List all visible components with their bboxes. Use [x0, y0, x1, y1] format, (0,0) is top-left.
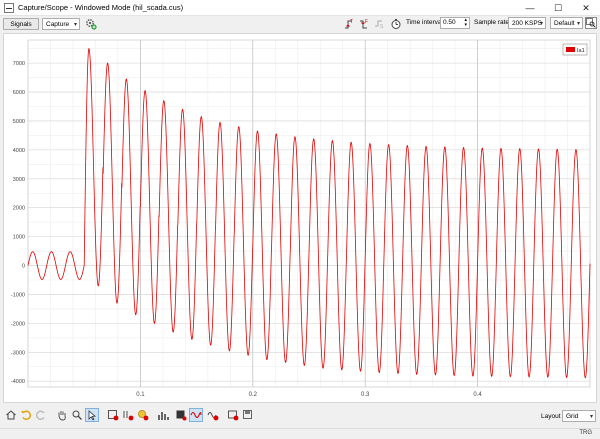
y-tick-label: 6000: [13, 90, 25, 96]
timer-icon[interactable]: [390, 18, 402, 30]
trigger-falling-icon[interactable]: F: [358, 18, 370, 30]
stop-icon[interactable]: [174, 408, 188, 422]
x-tick-label: 0.4: [473, 392, 482, 398]
legend-swatch: [566, 47, 575, 52]
time-interval-label: Time interval: [406, 19, 443, 26]
y-tick-label: 2000: [13, 206, 25, 212]
chevron-down-icon: ▾: [539, 21, 543, 27]
close-icon[interactable]: ✕: [572, 0, 600, 16]
y-tick-label: -3000: [11, 350, 25, 356]
layout-label: Layout: [541, 413, 561, 420]
signals-button[interactable]: Signals: [3, 18, 39, 30]
mode-select[interactable]: Capture ▾: [42, 18, 80, 30]
sample-rate-value: 200 KSPS: [512, 19, 542, 27]
home-icon[interactable]: [4, 408, 18, 422]
zoom-icon[interactable]: [70, 408, 84, 422]
sample-rate-select[interactable]: 200 KSPS ▾: [508, 17, 546, 29]
spin-arrows-icon[interactable]: ▴ ▾: [464, 18, 467, 28]
undo-icon[interactable]: [19, 408, 33, 422]
y-tick-label: 0: [22, 264, 25, 270]
y-tick-label: 7000: [13, 61, 25, 67]
window-title: Capture/Scope - Windowed Mode (hil_scada…: [18, 3, 184, 12]
chevron-down-icon: ▾: [576, 21, 580, 27]
x-tick-label: 0.2: [249, 392, 258, 398]
chevron-down-icon: ▾: [73, 22, 77, 28]
y-tick-label: -4000: [11, 379, 25, 385]
signals-button-label: Signals: [10, 20, 32, 28]
app-icon: [4, 2, 14, 13]
y-tick-label: 1000: [13, 235, 25, 241]
time-interval-spinbox[interactable]: 0.50 ▴ ▾: [440, 17, 470, 29]
trigger-none-icon[interactable]: S: [373, 18, 385, 30]
layout-select-value: Grid: [566, 412, 579, 420]
zoom-fit-icon[interactable]: [585, 17, 597, 29]
minimize-icon[interactable]: —: [516, 0, 544, 16]
trigger-status: TRG: [579, 430, 592, 436]
y-tick-label: -1000: [11, 292, 25, 298]
status-bar: [0, 428, 600, 439]
x-tick-label: 0.1: [136, 392, 145, 398]
redo-icon[interactable]: [34, 408, 48, 422]
view-select[interactable]: Default ▾: [550, 17, 583, 29]
measure-icon[interactable]: [106, 408, 120, 422]
svg-text:F: F: [365, 19, 368, 25]
y-tick-label: 5000: [13, 119, 25, 125]
bar-chart-icon[interactable]: [156, 408, 170, 422]
y-tick-label: 3000: [13, 177, 25, 183]
x-tick-label: 0.3: [361, 392, 370, 398]
chevron-down-icon: ▾: [589, 414, 593, 420]
layout-select[interactable]: Grid ▾: [562, 410, 596, 422]
settings-add-icon[interactable]: [85, 18, 97, 30]
pan-hand-icon[interactable]: [55, 408, 69, 422]
y-tick-label: -2000: [11, 321, 25, 327]
y-tick-label: 4000: [13, 148, 25, 154]
title-bar: Capture/Scope - Windowed Mode (hil_scada…: [0, 0, 600, 16]
scope-plot-frame[interactable]: 0.1 0.2 0.3 0.4 7000 6000 5000 4000 3000 2000 1000…: [3, 33, 597, 403]
waveform-icon[interactable]: [189, 408, 203, 422]
cursor-remove-icon[interactable]: [121, 408, 135, 422]
export-image-icon[interactable]: [226, 408, 240, 422]
marker-icon[interactable]: [136, 408, 150, 422]
trigger-rising-icon[interactable]: T: [343, 18, 355, 30]
save-icon[interactable]: [241, 408, 255, 422]
svg-text:S: S: [380, 24, 384, 30]
scope-plot[interactable]: 0.1 0.2 0.3 0.4 7000 6000 5000 4000 3000 2000 1000…: [4, 34, 596, 402]
mode-select-value: Capture: [46, 20, 70, 28]
view-select-value: Default: [554, 19, 575, 27]
legend-label: Ia1: [577, 48, 585, 54]
maximize-icon[interactable]: ☐: [544, 0, 572, 16]
svg-text:T: T: [350, 19, 353, 25]
signal-trace-ia1[interactable]: [27, 47, 591, 379]
waveform-delete-icon[interactable]: [206, 408, 220, 422]
cursor-select-icon[interactable]: [85, 408, 99, 422]
time-interval-value: 0.50: [443, 19, 456, 26]
sample-rate-label: Sample rate: [474, 19, 510, 26]
